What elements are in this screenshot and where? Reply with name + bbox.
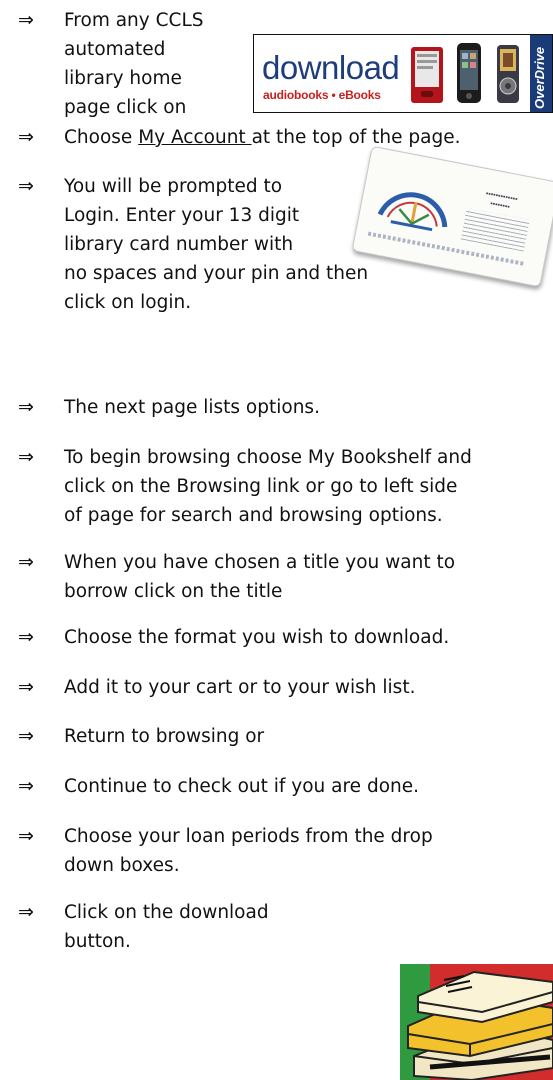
books-icon	[400, 964, 553, 1080]
arrow-icon: ⇒	[18, 126, 34, 148]
arrow-icon: ⇒	[18, 676, 34, 698]
arrow-icon: ⇒	[18, 175, 34, 197]
my-account-link[interactable]: My Account	[138, 127, 251, 148]
arrow-icon: ⇒	[18, 9, 34, 31]
arrow-icon: ⇒	[18, 626, 34, 648]
arrow-icon: ⇒	[18, 901, 34, 923]
arrow-icon: ⇒	[18, 725, 34, 747]
overdrive-logo: OverDrive	[530, 35, 552, 112]
arrow-icon: ⇒	[18, 446, 34, 468]
library-logo-icon	[377, 192, 448, 232]
card-address-lines	[460, 207, 530, 252]
library-card-image: ▪▪▪▪▪▪▪▪▪▪▪▪▪ ▪▪▪▪▪▪▪▪	[351, 145, 553, 288]
banner-subtitle: audiobooks • eBooks	[263, 88, 381, 102]
banner-word: download	[262, 49, 400, 86]
arrow-icon: ⇒	[18, 775, 34, 797]
ereader-devices-icon	[411, 43, 519, 103]
arrow-icon: ⇒	[18, 396, 34, 418]
overdrive-download-banner[interactable]: download audiobooks • eBooks OverDrive	[253, 34, 553, 113]
arrow-icon: ⇒	[18, 825, 34, 847]
arrow-icon: ⇒	[18, 551, 34, 573]
